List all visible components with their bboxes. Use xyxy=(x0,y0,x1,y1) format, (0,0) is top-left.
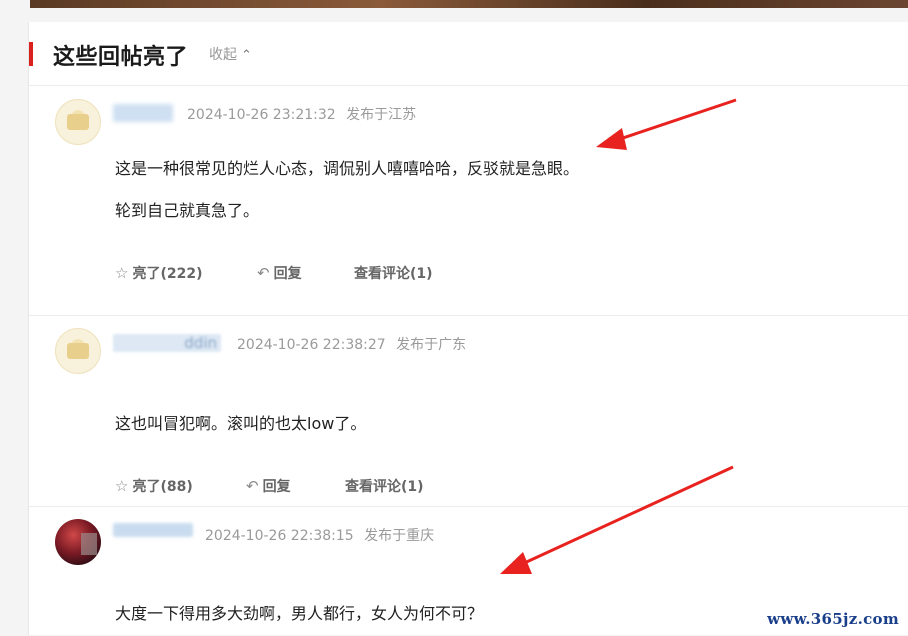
comment-meta: 2024-10-26 23:21:32 发布于江苏 xyxy=(187,104,416,124)
comment-location: 发布于重庆 xyxy=(364,528,435,544)
collapse-label: 收起 xyxy=(209,47,237,63)
comment-time: 2024-10-26 22:38:27 xyxy=(237,337,386,353)
comment-time: 2024-10-26 22:38:15 xyxy=(205,528,354,544)
reply-arrow-icon: ↶ xyxy=(257,264,270,282)
comment-item: ddin 2024-10-26 22:38:27 发布于广东 这也叫冒犯啊。滚叫… xyxy=(29,315,908,506)
chevron-up-icon: ⌃ xyxy=(241,48,252,63)
reply-arrow-icon: ↶ xyxy=(246,477,259,495)
username[interactable] xyxy=(113,523,193,537)
reply-button[interactable]: ↶ 回复 xyxy=(246,476,291,496)
like-button[interactable]: ☆ 亮了(88) xyxy=(115,476,193,496)
bright-replies-panel: 这些回帖亮了 收起 ⌃ 2024-10-26 23:21:32 发布于江苏 这是一… xyxy=(28,22,908,635)
section-header: 这些回帖亮了 收起 ⌃ xyxy=(29,22,908,86)
section-title: 这些回帖亮了 xyxy=(53,45,189,70)
comment-line: 大度一下得用多大劲啊，男人都行，女人为何不可？ xyxy=(115,604,484,623)
comment-location: 发布于广东 xyxy=(396,337,467,353)
comment-meta: 2024-10-26 22:38:15 发布于重庆 xyxy=(205,525,434,545)
comment-location: 发布于江苏 xyxy=(346,107,417,123)
top-banner-image xyxy=(30,0,908,8)
comment-item: 2024-10-26 23:21:32 发布于江苏 这是一种很常见的烂人心态，调… xyxy=(29,86,908,314)
avatar[interactable] xyxy=(55,99,101,145)
comment-time: 2024-10-26 23:21:32 xyxy=(187,107,336,123)
lightbulb-icon: ☆ xyxy=(115,477,129,495)
watermark-text: www.365jz.com xyxy=(764,609,902,629)
like-button[interactable]: ☆ 亮了(222) xyxy=(115,263,202,283)
collapse-button[interactable]: 收起 ⌃ xyxy=(209,44,252,64)
comment-line: 轮到自己就真急了。 xyxy=(115,201,260,220)
view-replies-button[interactable]: 查看评论(1) xyxy=(345,476,424,496)
avatar[interactable] xyxy=(55,328,101,374)
section-accent-bar xyxy=(29,42,33,66)
comment-line: 这是一种很常见的烂人心态，调侃别人嘻嘻哈哈，反驳就是急眼。 xyxy=(115,159,580,178)
comment-meta: 2024-10-26 22:38:27 发布于广东 xyxy=(237,334,466,354)
comment-line: 这也叫冒犯啊。滚叫的也太low了。 xyxy=(115,414,367,433)
username[interactable] xyxy=(113,104,173,122)
reply-button[interactable]: ↶ 回复 xyxy=(257,263,302,283)
view-replies-button[interactable]: 查看评论(1) xyxy=(354,263,433,283)
avatar[interactable] xyxy=(55,519,101,565)
username[interactable]: ddin xyxy=(113,334,221,352)
lightbulb-icon: ☆ xyxy=(115,264,129,282)
